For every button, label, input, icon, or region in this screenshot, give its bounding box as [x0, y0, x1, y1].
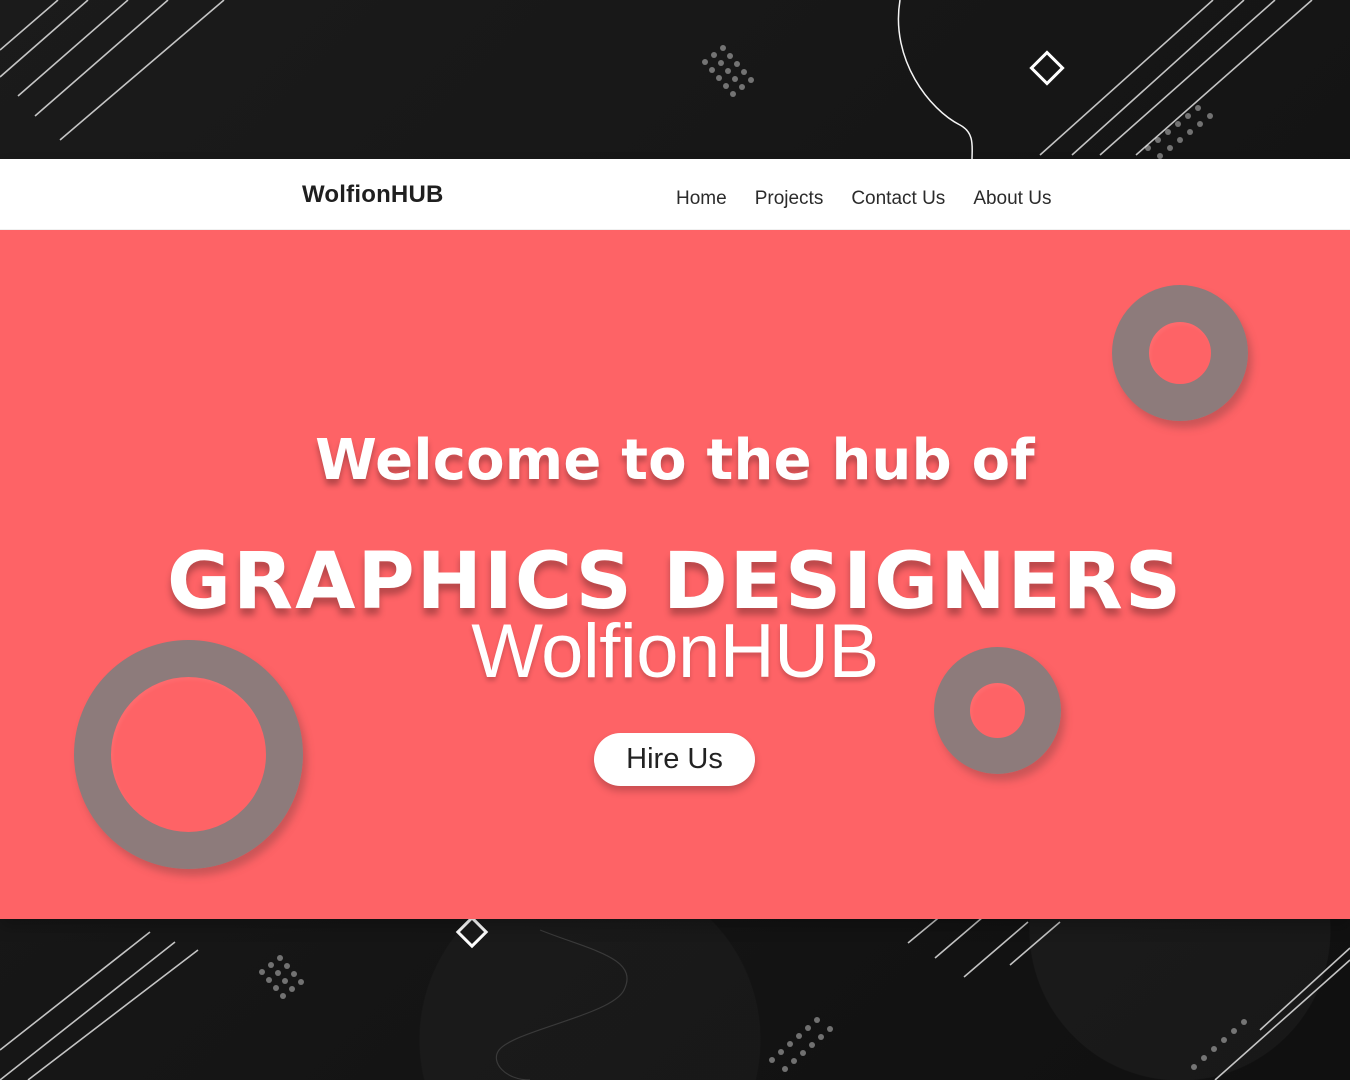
website-mockup: WolfionHUB Home Projects Contact Us Abou… — [0, 159, 1350, 919]
hero-section: Welcome to the hub of GRAPHICS DESIGNERS… — [0, 230, 1350, 919]
hero-brand-name: WolfionHUB — [471, 609, 879, 694]
nav-contact-link[interactable]: Contact Us — [851, 189, 945, 208]
main-navigation: Home Projects Contact Us About Us — [676, 189, 1051, 208]
nav-projects-link[interactable]: Projects — [755, 189, 824, 208]
hero-headline-line-1: Welcome to the hub of — [315, 427, 1035, 493]
brand-logo-link[interactable]: WolfionHUB — [302, 181, 444, 209]
nav-about-link[interactable]: About Us — [973, 189, 1051, 208]
top-navigation-bar: WolfionHUB Home Projects Contact Us Abou… — [0, 159, 1350, 230]
presentation-canvas: WolfionHUB Home Projects Contact Us Abou… — [0, 0, 1350, 1080]
nav-home-link[interactable]: Home — [676, 189, 727, 208]
decorative-ring-top-right — [1112, 285, 1248, 421]
hire-us-button[interactable]: Hire Us — [594, 733, 755, 786]
